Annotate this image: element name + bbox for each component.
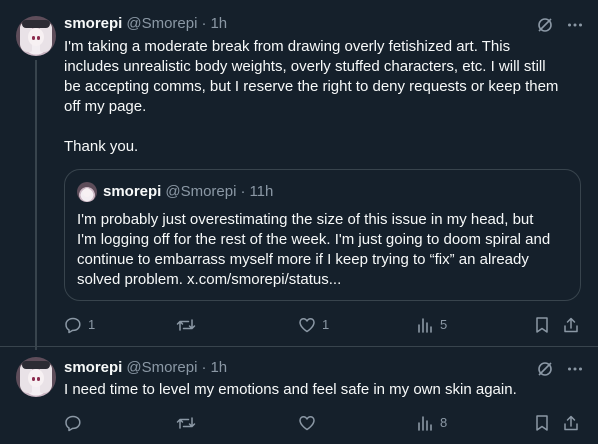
tweet-text: I'm taking a moderate break from drawing… [64,37,578,157]
tweet-header: smorepi @Smorepi · 1h [64,358,227,378]
tweet-top-icons [536,16,584,34]
quote-timestamp: 11h [249,183,274,200]
quote-header: smorepi @Smorepi · 11h [103,182,273,202]
views-button[interactable]: 5 [416,316,447,334]
views-icon [416,316,434,334]
separator-dot: · [201,15,207,32]
more-icon[interactable] [566,360,584,378]
thread-line [35,60,37,350]
tweet-actions: 8 [64,414,584,434]
tweet-text-line: be accepting comms, but I reserve the ri… [64,78,559,95]
quote-text-line: I'm probably just overestimating the siz… [77,211,534,228]
bookmark-icon [534,414,550,432]
quote-text-line: I'm logging off for the rest of the week… [77,231,551,248]
quote-display-name: smorepi [103,183,162,200]
quote-user-handle: @Smorepi [165,183,237,200]
grok-icon[interactable] [536,16,554,34]
quote-text-line: solved problem. x.com/smorepi/status... [77,271,342,288]
tweet-text: I need time to level my emotions and fee… [64,380,578,400]
user-handle[interactable]: @Smorepi [126,14,197,34]
reply-button[interactable]: 1 [64,316,95,334]
reply-icon [64,414,82,432]
like-icon [298,316,316,334]
separator-dot: · [201,359,207,376]
views-count: 8 [440,415,448,430]
quoted-tweet[interactable]: smorepi @Smorepi · 11h I'm probably just… [64,169,581,301]
user-handle[interactable]: @Smorepi [126,358,197,378]
retweet-icon [176,316,196,334]
retweet-button[interactable] [176,414,202,432]
tweet-text-line [64,117,578,137]
tweet[interactable]: smorepi @Smorepi · 1h I'm taking a moder… [0,0,598,350]
views-button[interactable]: 8 [416,414,447,432]
timestamp[interactable]: 1h [210,358,227,378]
like-button[interactable] [298,414,322,432]
share-icon [562,316,580,334]
views-count: 5 [440,317,448,332]
tweet-text-line: I need time to level my emotions and fee… [64,381,517,398]
tweet[interactable]: smorepi @Smorepi · 1h I need time to lev… [0,347,598,444]
like-button[interactable]: 1 [298,316,329,334]
timestamp[interactable]: 1h [210,14,227,34]
tweet-top-icons [536,360,584,378]
reply-button[interactable] [64,414,88,432]
retweet-button[interactable] [176,316,202,334]
separator-dot: · [240,183,246,200]
like-icon [298,414,316,432]
tweet-actions: 1 1 5 [64,316,584,336]
tweet-text-line: Thank you. [64,138,139,155]
quote-avatar [77,182,97,202]
share-icon [562,414,580,432]
share-button[interactable] [562,316,580,334]
avatar[interactable] [16,16,56,56]
grok-icon[interactable] [536,360,554,378]
share-button[interactable] [562,414,580,432]
tweet-text-line: off my page. [64,98,147,115]
like-count: 1 [322,317,330,332]
tweet-header: smorepi @Smorepi · 1h [64,14,227,34]
bookmark-button[interactable] [534,316,550,334]
tweet-text-line: includes unrealistic body weights, overl… [64,58,546,75]
bookmark-icon [534,316,550,334]
tweet-text-line: I'm taking a moderate break from drawing… [64,38,511,55]
views-icon [416,414,434,432]
quote-text: I'm probably just overestimating the siz… [77,210,571,290]
reply-count: 1 [88,317,96,332]
avatar[interactable] [16,357,56,397]
reply-icon [64,316,82,334]
display-name[interactable]: smorepi [64,14,122,34]
retweet-icon [176,414,196,432]
bookmark-button[interactable] [534,414,550,432]
more-icon[interactable] [566,16,584,34]
quote-text-line: continue to embarrass myself more if I k… [77,251,529,268]
display-name[interactable]: smorepi [64,358,122,378]
